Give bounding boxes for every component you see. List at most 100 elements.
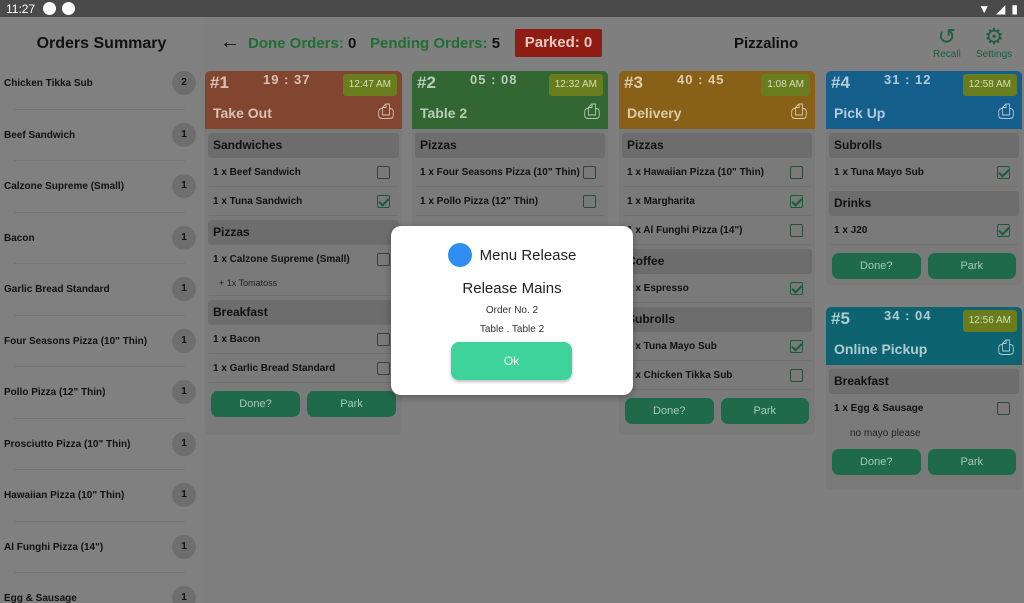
- item-checkbox[interactable]: [997, 402, 1010, 415]
- order-item-row: 1 x Tuna Sandwich: [209, 187, 398, 216]
- printer-icon[interactable]: ⎙: [998, 337, 1014, 360]
- park-button[interactable]: Park: [927, 253, 1016, 279]
- pending-orders-counter: Pending Orders: 5: [370, 35, 501, 52]
- order-card-header: #3 40 : 45 1:08 AM Delivery ⎙: [619, 71, 815, 129]
- order-card-header: #4 31 : 12 12:58 AM Pick Up ⎙: [826, 71, 1022, 129]
- item-checkbox[interactable]: [997, 224, 1010, 237]
- sidebar-title: Orders Summary: [36, 35, 167, 52]
- section-header: Pizzas: [415, 133, 605, 158]
- done-orders-counter: Done Orders: 0: [248, 35, 357, 52]
- section-header: Pizzas: [622, 133, 812, 158]
- summary-item[interactable]: Four Seasons Pizza (10" Thin) 1: [0, 316, 203, 367]
- quantity-badge: 1: [172, 225, 196, 250]
- item-checkbox[interactable]: [790, 166, 803, 179]
- order-card-3: #3 40 : 45 1:08 AM Delivery ⎙ Pizzas 1 x…: [619, 71, 815, 435]
- order-number: #1: [210, 73, 229, 92]
- item-checkbox[interactable]: [790, 195, 803, 208]
- back-arrow-icon[interactable]: ←: [220, 31, 240, 54]
- item-modifier: + 1x Tomatoss: [209, 274, 398, 296]
- printer-icon[interactable]: ⎙: [584, 101, 600, 124]
- item-checkbox[interactable]: [377, 166, 390, 179]
- item-checkbox[interactable]: [377, 333, 390, 346]
- printer-icon[interactable]: ⎙: [791, 101, 807, 124]
- order-card-1: #1 19 : 37 12:47 AM Take Out ⎙ Sandwiche…: [205, 71, 402, 435]
- park-button[interactable]: Park: [720, 398, 809, 424]
- printer-icon[interactable]: ⎙: [998, 101, 1014, 124]
- item-checkbox[interactable]: [997, 166, 1010, 179]
- order-card-header: #5 34 : 04 12:56 AM Online Pickup ⎙: [826, 307, 1022, 365]
- quantity-badge: 1: [172, 122, 196, 147]
- ok-button[interactable]: Ok: [451, 342, 572, 380]
- done-button[interactable]: Done?: [832, 253, 921, 279]
- summary-item[interactable]: Pollo Pizza (12" Thin) 1: [0, 367, 203, 419]
- done-button[interactable]: Done?: [832, 449, 921, 475]
- summary-item[interactable]: Al Funghi Pizza (14") 1: [0, 522, 203, 573]
- order-card-4: #4 31 : 12 12:58 AM Pick Up ⎙ Subrolls 1…: [826, 71, 1022, 285]
- parked-button[interactable]: Parked: 0: [515, 29, 602, 57]
- order-timer: 05 : 08: [470, 72, 518, 87]
- quantity-badge: 1: [172, 483, 196, 507]
- order-time-badge: 1:08 AM: [761, 74, 810, 96]
- order-number: #2: [417, 73, 436, 92]
- order-card-2: #2 05 : 08 12:32 AM Table 2 ⎙ Pizzas 1 x…: [412, 71, 608, 231]
- quantity-badge: 1: [172, 586, 196, 603]
- menu-release-dialog: Menu Release Release Mains Order No. 2 T…: [391, 226, 633, 395]
- item-checkbox[interactable]: [377, 195, 390, 208]
- summary-item[interactable]: Garlic Bread Standard 1: [0, 264, 203, 316]
- top-header: ← Done Orders: 0 Pending Orders: 5 Parke…: [203, 17, 1024, 70]
- quantity-badge: 1: [172, 174, 196, 198]
- store-name: Pizzalino: [734, 35, 799, 52]
- summary-item[interactable]: Hawaiian Pizza (10" Thin) 1: [0, 470, 203, 522]
- quantity-badge: 1: [172, 534, 196, 559]
- order-time-badge: 12:47 AM: [342, 74, 397, 96]
- order-item-row: 1 x Hawaiian Pizza (10" Thin): [623, 158, 811, 187]
- order-card-5: #5 34 : 04 12:56 AM Online Pickup ⎙ Brea…: [826, 307, 1022, 490]
- printer-icon[interactable]: ⎙: [378, 101, 394, 124]
- signal-icon: ◢: [996, 1, 1006, 16]
- done-button[interactable]: Done?: [211, 391, 300, 417]
- quantity-badge: 1: [172, 328, 196, 353]
- order-number: #5: [831, 309, 850, 328]
- done-button[interactable]: Done?: [625, 398, 714, 424]
- order-item-row: 1 x J20: [830, 216, 1018, 245]
- item-checkbox[interactable]: [583, 166, 596, 179]
- order-time-badge: 12:32 AM: [548, 74, 603, 96]
- summary-item[interactable]: Beef Sandwich 1: [0, 110, 203, 161]
- status-bar: 11:27 ▼ ◢ ▮: [0, 0, 1024, 17]
- park-button[interactable]: Park: [307, 391, 396, 417]
- order-type: Online Pickup: [834, 341, 928, 357]
- order-type: Pick Up: [834, 105, 886, 121]
- park-button[interactable]: Park: [927, 449, 1016, 475]
- order-item-row: 1 x Espresso: [623, 274, 811, 303]
- order-item-row: 1 x Margharita: [623, 187, 811, 216]
- summary-item[interactable]: Calzone Supreme (Small) 1: [0, 161, 203, 213]
- history-icon: ↺: [937, 24, 957, 49]
- notification-icon: [43, 2, 57, 15]
- dialog-title: Menu Release: [391, 243, 633, 267]
- order-type: Take Out: [213, 105, 272, 121]
- summary-item[interactable]: Prosciutto Pizza (10" Thin) 1: [0, 419, 203, 470]
- dialog-heading: Release Mains: [462, 280, 562, 297]
- order-card-header: #2 05 : 08 12:32 AM Table 2 ⎙: [412, 71, 608, 129]
- item-checkbox[interactable]: [377, 253, 390, 266]
- item-checkbox[interactable]: [790, 369, 803, 382]
- item-checkbox[interactable]: [790, 224, 803, 237]
- section-header: Breakfast: [829, 369, 1019, 394]
- summary-item[interactable]: Chicken Tikka Sub 2: [0, 58, 203, 110]
- info-circle-icon: [447, 243, 472, 267]
- clock: 11:27: [6, 1, 36, 16]
- item-checkbox[interactable]: [790, 340, 803, 353]
- settings-button[interactable]: ⚙ Settings: [976, 25, 1012, 61]
- dialog-order-number: Order No. 2: [485, 305, 539, 316]
- order-item-row: 1 x Pollo Pizza (12" Thin): [416, 187, 604, 216]
- summary-item[interactable]: Bacon 1: [0, 213, 203, 264]
- section-header: Subrolls: [829, 133, 1019, 158]
- item-checkbox[interactable]: [377, 362, 390, 375]
- item-checkbox[interactable]: [790, 282, 803, 295]
- summary-item[interactable]: Egg & Sausage 1: [0, 573, 203, 603]
- recall-button[interactable]: ↺ Recall: [933, 24, 961, 61]
- section-header: Subrolls: [622, 307, 812, 332]
- order-card-header: #1 19 : 37 12:47 AM Take Out ⎙: [205, 71, 402, 129]
- battery-icon: ▮: [1011, 1, 1018, 16]
- item-checkbox[interactable]: [583, 195, 596, 208]
